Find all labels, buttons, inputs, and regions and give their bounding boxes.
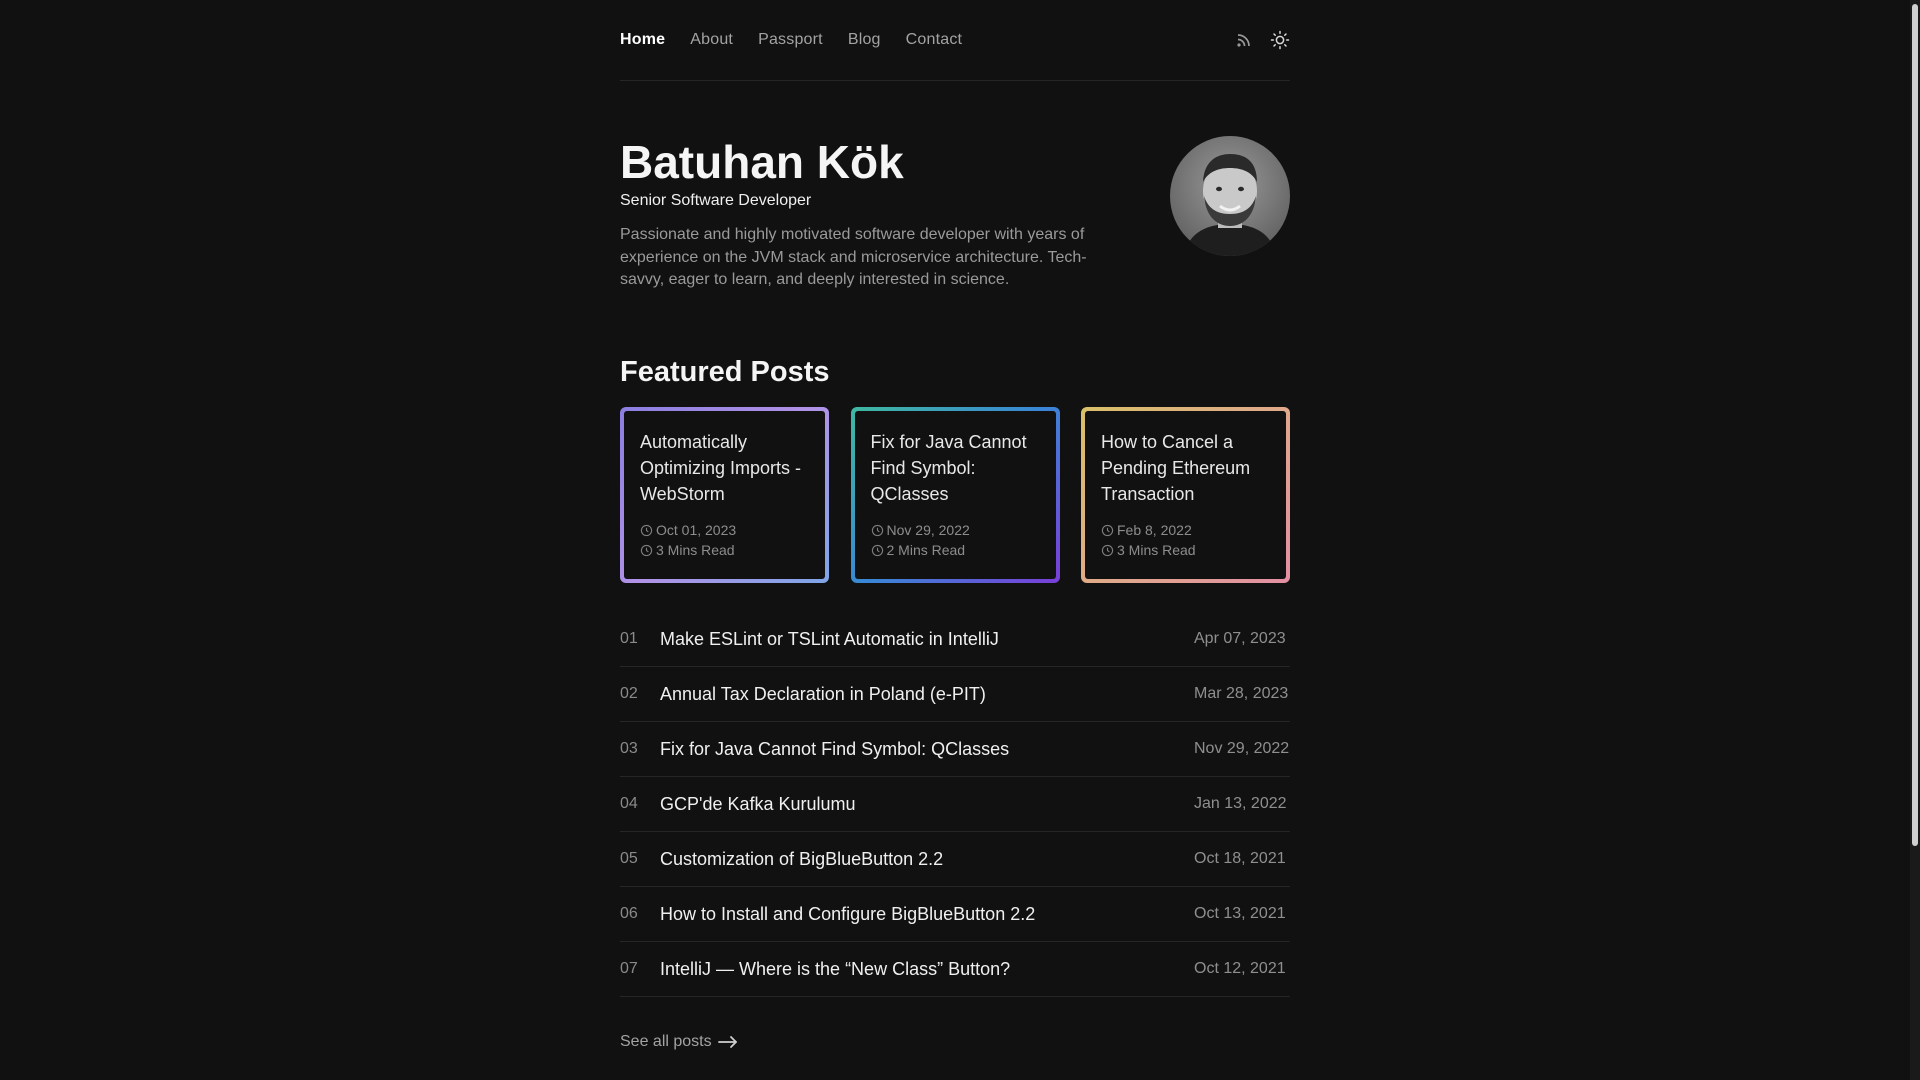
featured-card-title: Fix for Java Cannot Find Symbol: QClasse… bbox=[870, 432, 1027, 504]
sun-icon[interactable] bbox=[1270, 30, 1290, 50]
hero-description: Passionate and highly motivated software… bbox=[620, 226, 1087, 288]
post-list: 01 Make ESLint or TSLint Automatic in In… bbox=[620, 612, 1290, 997]
post-row[interactable]: 07 IntelliJ — Where is the “New Class” B… bbox=[620, 942, 1290, 997]
post-row[interactable]: 01 Make ESLint or TSLint Automatic in In… bbox=[620, 612, 1290, 667]
hero-section: Batuhan Kök Senior Software Developer Pa… bbox=[620, 136, 1290, 306]
card-read-row: 2 Mins Read bbox=[871, 540, 1040, 560]
nav-blog-link[interactable]: Blog bbox=[848, 31, 881, 49]
post-row[interactable]: 03 Fix for Java Cannot Find Symbol: QCla… bbox=[620, 722, 1290, 777]
rss-icon[interactable] bbox=[1234, 30, 1254, 50]
post-number: 07 bbox=[620, 960, 638, 977]
post-number: 06 bbox=[620, 905, 638, 922]
featured-posts-title: Featured Posts bbox=[620, 356, 830, 388]
top-nav: Home About Passport Blog Contact bbox=[620, 0, 1290, 81]
clock-icon bbox=[871, 544, 883, 556]
featured-card[interactable]: How to Cancel a Pending Ethereum Transac… bbox=[1081, 407, 1290, 583]
card-read-row: 3 Mins Read bbox=[640, 540, 809, 560]
featured-card[interactable]: Automatically Optimizing Imports - WebSt… bbox=[620, 407, 829, 583]
card-date: Nov 29, 2022 bbox=[886, 522, 970, 538]
featured-card-meta: Nov 29, 2022 2 Mins Read bbox=[871, 520, 1040, 560]
card-date-row: Oct 01, 2023 bbox=[640, 520, 809, 540]
arrow-right-icon bbox=[717, 1036, 737, 1048]
featured-card-title: How to Cancel a Pending Ethereum Transac… bbox=[1101, 432, 1251, 504]
card-read-time: 2 Mins Read bbox=[886, 542, 966, 558]
nav-passport-link[interactable]: Passport bbox=[758, 31, 823, 49]
clock-icon bbox=[1101, 544, 1114, 556]
post-date: Oct 13, 2021 bbox=[1194, 905, 1286, 922]
avatar bbox=[1170, 136, 1290, 256]
featured-card-title: Automatically Optimizing Imports - WebSt… bbox=[640, 432, 802, 504]
clock-icon bbox=[640, 524, 653, 536]
post-date: Oct 12, 2021 bbox=[1194, 960, 1286, 977]
nav-icons bbox=[1234, 30, 1290, 50]
main-container: Home About Passport Blog Contact Batuhan… bbox=[620, 0, 1290, 1051]
post-row[interactable]: 02 Annual Tax Declaration in Poland (e-P… bbox=[620, 667, 1290, 722]
post-row[interactable]: 04 GCP'de Kafka Kurulumu Jan 13, 2022 bbox=[620, 777, 1290, 832]
post-date: Apr 07, 2023 bbox=[1194, 630, 1286, 647]
card-date: Oct 01, 2023 bbox=[656, 522, 737, 538]
nav-about-link[interactable]: About bbox=[690, 31, 733, 49]
post-number: 05 bbox=[620, 850, 638, 867]
card-read-time: 3 Mins Read bbox=[656, 542, 735, 558]
see-all-label: See all posts bbox=[620, 1033, 712, 1050]
card-date: Feb 8, 2022 bbox=[1117, 522, 1192, 538]
post-row[interactable]: 06 How to Install and Configure BigBlueB… bbox=[620, 887, 1290, 942]
featured-card[interactable]: Fix for Java Cannot Find Symbol: QClasse… bbox=[850, 407, 1060, 583]
see-all-posts-link[interactable]: See all posts bbox=[620, 1033, 738, 1051]
post-date: Nov 29, 2022 bbox=[1194, 740, 1290, 757]
card-date-row: Nov 29, 2022 bbox=[871, 520, 1040, 540]
nav-contact-link[interactable]: Contact bbox=[906, 31, 963, 49]
post-number: 04 bbox=[620, 795, 638, 812]
page: Home About Passport Blog Contact Batuhan… bbox=[0, 0, 1920, 1080]
featured-card-body: How to Cancel a Pending Ethereum Transac… bbox=[1085, 411, 1286, 579]
scrollbar[interactable] bbox=[1910, 0, 1920, 1080]
post-number: 02 bbox=[620, 685, 638, 702]
featured-cards: Automatically Optimizing Imports - WebSt… bbox=[620, 407, 1290, 583]
featured-card-body: Automatically Optimizing Imports - WebSt… bbox=[624, 411, 825, 579]
clock-icon bbox=[1101, 524, 1114, 536]
post-number: 03 bbox=[620, 740, 638, 757]
scrollbar-thumb[interactable] bbox=[1912, 4, 1918, 846]
post-date: Mar 28, 2023 bbox=[1194, 685, 1289, 702]
card-date-row: Feb 8, 2022 bbox=[1101, 520, 1270, 540]
nav-links: Home About Passport Blog Contact bbox=[620, 31, 962, 49]
clock-icon bbox=[640, 544, 653, 556]
featured-card-meta: Oct 01, 2023 3 Mins Read bbox=[640, 520, 809, 560]
post-row[interactable]: 05 Customization of BigBlueButton 2.2 Oc… bbox=[620, 832, 1290, 887]
featured-card-meta: Feb 8, 2022 3 Mins Read bbox=[1101, 520, 1270, 560]
nav-home-link[interactable]: Home bbox=[620, 31, 665, 49]
card-read-row: 3 Mins Read bbox=[1101, 540, 1270, 560]
featured-card-body: Fix for Java Cannot Find Symbol: QClasse… bbox=[854, 411, 1056, 579]
post-date: Oct 18, 2021 bbox=[1194, 850, 1286, 867]
clock-icon bbox=[871, 524, 883, 536]
post-number: 01 bbox=[620, 630, 638, 647]
post-date: Jan 13, 2022 bbox=[1194, 795, 1287, 812]
card-read-time: 3 Mins Read bbox=[1117, 542, 1196, 558]
